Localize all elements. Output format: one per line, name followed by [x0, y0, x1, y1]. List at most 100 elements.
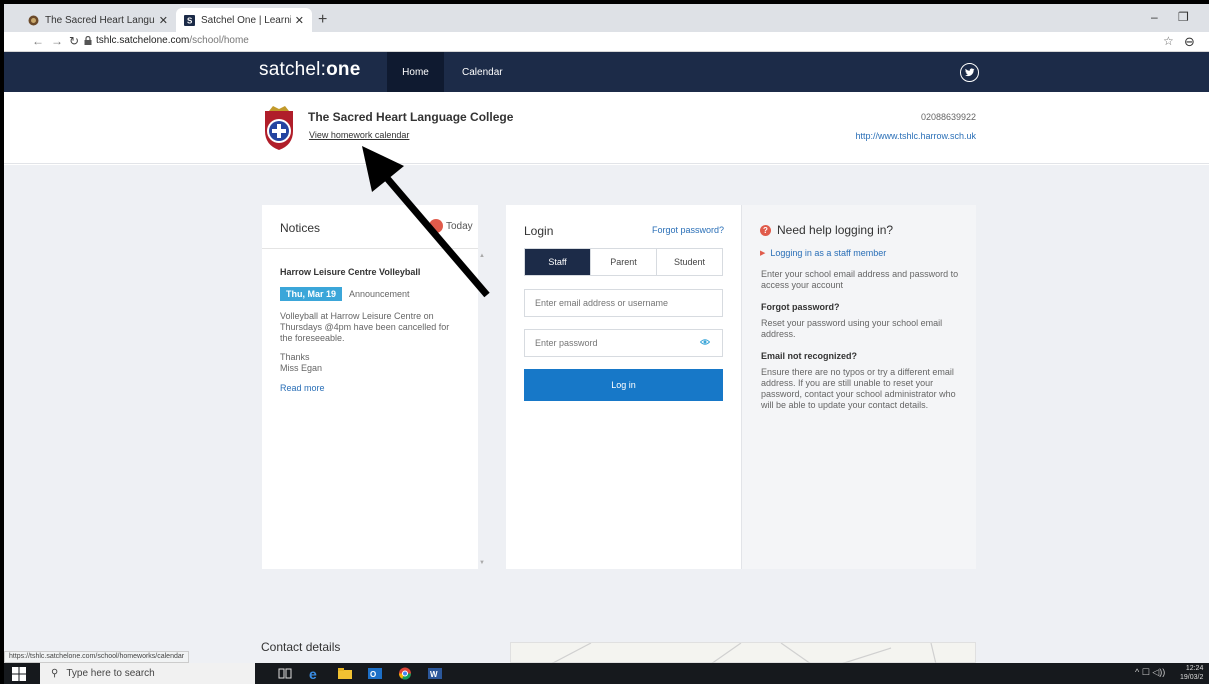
school-name: The Sacred Heart Language College	[308, 110, 514, 124]
login-help-panel: ? Need help logging in? ▶ Logging in as a…	[741, 205, 976, 569]
staff-login-help-link[interactable]: ▶ Logging in as a staff member	[760, 248, 886, 258]
caret-right-icon: ▶	[760, 250, 766, 257]
today-label[interactable]: Today	[446, 221, 473, 232]
taskbar-search-box[interactable]: ⚲ Type here to search	[40, 663, 255, 684]
windows-taskbar: ⚲ Type here to search e O W ^ ☐ ◁)) 12:2…	[0, 663, 1209, 684]
word-icon[interactable]: W	[428, 667, 442, 680]
help-forgot-text: Reset your password using your school em…	[761, 318, 943, 339]
chrome-icon[interactable]	[398, 667, 412, 680]
map[interactable]	[510, 642, 976, 665]
school-header: The Sacred Heart Language College View h…	[4, 92, 1209, 164]
outlook-icon[interactable]: O	[368, 667, 382, 680]
school-website-link[interactable]: http://www.tshlc.harrow.sch.uk	[855, 131, 976, 141]
scroll-up-icon[interactable]: ▲	[479, 253, 485, 259]
svg-text:S: S	[187, 16, 193, 25]
login-panel: Login Forgot password? Staff Parent Stud…	[506, 205, 741, 569]
notice-meta: Thu, Mar 19 Announcement	[280, 287, 460, 301]
notices-header: Notices Today	[262, 205, 478, 249]
taskbar-search-placeholder: Type here to search	[66, 668, 155, 679]
logo-prefix: satchel:	[259, 59, 327, 80]
forward-icon[interactable]: →	[51, 34, 63, 48]
view-homework-calendar-link[interactable]: View homework calendar	[309, 130, 409, 140]
login-title: Login	[524, 224, 554, 238]
address-field[interactable]: tshlc.satchelone.com/school/home	[96, 35, 249, 46]
contact-details-title: Contact details	[261, 640, 341, 654]
password-field[interactable]	[524, 329, 723, 357]
satchel-one-logo[interactable]: satchel:one	[259, 59, 360, 81]
notice-signature: Miss Egan	[280, 363, 323, 373]
forgot-password-link[interactable]: Forgot password?	[652, 225, 724, 235]
task-view-icon[interactable]	[278, 667, 292, 680]
new-tab-icon[interactable]: +	[318, 11, 327, 29]
app-header: satchel:one Home Calendar	[4, 52, 1209, 92]
url-path: /school/home	[189, 35, 249, 46]
clock-date: 19/03/2	[1180, 674, 1204, 681]
minimize-icon[interactable]: –	[1151, 10, 1158, 24]
help-intro: Enter your school email address and pass…	[761, 269, 959, 290]
browser-tab-school[interactable]: The Sacred Heart Language Colle ✕	[20, 8, 176, 32]
school-crest-icon	[265, 106, 293, 150]
browser-tab-strip: The Sacred Heart Language Colle ✕ S Satc…	[0, 0, 1209, 32]
windows-start-icon[interactable]	[12, 667, 26, 681]
file-explorer-icon[interactable]	[338, 667, 352, 680]
edge-icon[interactable]: e	[308, 667, 322, 680]
map-roads	[550, 642, 937, 665]
login-button[interactable]: Log in	[524, 369, 723, 401]
taskbar-clock[interactable]: 12:24 19/03/2	[1180, 664, 1203, 682]
close-icon[interactable]: ✕	[159, 14, 168, 27]
help-title: Need help logging in?	[777, 223, 894, 237]
help-notrecognized-text: Ensure there are no typos or try a diffe…	[761, 367, 956, 410]
today-badge	[429, 219, 443, 233]
role-parent-tab[interactable]: Parent	[590, 249, 656, 275]
notice-date-badge: Thu, Mar 19	[280, 287, 343, 301]
notice-signoff: Thanks Miss Egan	[280, 352, 460, 374]
staff-login-help-label: Logging in as a staff member	[770, 248, 887, 258]
search-icon: ⚲	[51, 668, 59, 679]
notices-title: Notices	[280, 221, 321, 235]
browser-tab-satchel[interactable]: S Satchel One | Learning platform ✕	[176, 8, 312, 32]
svg-text:W: W	[430, 670, 438, 679]
nav-calendar[interactable]: Calendar	[450, 52, 515, 92]
help-body: Enter your school email address and pass…	[761, 269, 961, 411]
school-favicon-icon	[28, 15, 39, 25]
nav-home[interactable]: Home	[387, 52, 444, 92]
show-password-icon[interactable]	[700, 337, 710, 347]
status-bar-url: https://tshlc.satchelone.com/school/home…	[4, 651, 190, 663]
profile-icon[interactable]: ⊖	[1184, 34, 1195, 50]
read-more-link[interactable]: Read more	[280, 383, 460, 393]
satchel-favicon-icon: S	[184, 14, 195, 26]
help-forgot-heading: Forgot password?	[761, 302, 840, 312]
scroll-down-icon[interactable]: ▼	[479, 560, 485, 566]
browser-tab-title: The Sacred Heart Language Colle	[45, 14, 155, 26]
reload-icon[interactable]: ↻	[69, 34, 79, 48]
url-host: tshlc.satchelone.com	[96, 35, 190, 46]
help-header: ? Need help logging in?	[760, 223, 893, 237]
notice-type: Announcement	[349, 289, 410, 299]
school-phone: 02088639922	[920, 112, 976, 122]
role-staff-tab[interactable]: Staff	[525, 249, 590, 275]
clock-time: 12:24	[1185, 665, 1204, 672]
restore-icon[interactable]: ❐	[1178, 10, 1189, 24]
close-icon[interactable]: ✕	[295, 14, 304, 27]
notice-title: Harrow Leisure Centre Volleyball	[280, 267, 421, 277]
bookmark-star-icon[interactable]: ☆	[1163, 34, 1174, 48]
back-icon[interactable]: ←	[32, 34, 44, 48]
help-notrecognized-heading: Email not recognized?	[761, 351, 858, 361]
svg-text:e: e	[309, 667, 317, 680]
role-student-tab[interactable]: Student	[656, 249, 722, 275]
notice-text: Volleyball at Harrow Leisure Centre on T…	[280, 311, 450, 343]
system-tray-icons[interactable]: ^ ☐ ◁))	[1135, 667, 1165, 678]
notices-panel: Notices Today ▲ Harrow Leisure Centre Vo…	[262, 205, 485, 569]
browser-tab-title: Satchel One | Learning platform	[201, 14, 291, 26]
help-icon: ?	[760, 224, 771, 236]
role-selector: Staff Parent Student	[524, 248, 723, 276]
browser-toolbar: ← → ↻ tshlc.satchelone.com/school/home ☆…	[0, 32, 1209, 52]
twitter-icon[interactable]	[960, 63, 979, 82]
logo-bold: one	[326, 59, 361, 80]
main-content: Notices Today ▲ Harrow Leisure Centre Vo…	[4, 165, 1209, 665]
email-field[interactable]	[524, 289, 723, 317]
svg-text:O: O	[370, 670, 376, 679]
notice-thanks: Thanks	[280, 352, 310, 362]
notice-item: Harrow Leisure Centre Volleyball Thu, Ma…	[280, 267, 460, 393]
lock-icon	[84, 36, 92, 45]
